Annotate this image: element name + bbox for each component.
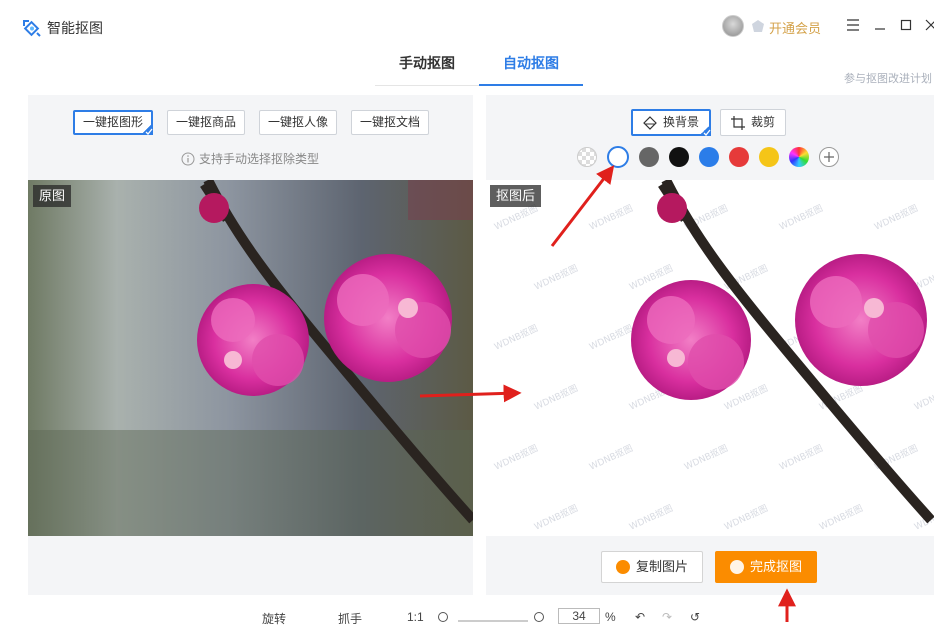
flower-left: [197, 284, 309, 396]
zoom-out-icon[interactable]: [438, 612, 448, 622]
maximize-icon[interactable]: [895, 14, 917, 36]
change-background-label: 换背景: [663, 115, 700, 129]
swatch-blue[interactable]: [699, 147, 719, 167]
result-tag: 抠图后: [490, 185, 542, 207]
check-icon: [141, 123, 154, 135]
avatar[interactable]: [722, 15, 744, 37]
vip-icon: [752, 20, 764, 32]
flower-right: [324, 254, 452, 382]
app-title: 智能抠图: [47, 20, 103, 36]
rotate-label: 旋转: [262, 612, 287, 626]
mode-document-label: 一键抠文档: [360, 115, 421, 129]
mode-portrait-label: 一键抠人像: [268, 115, 329, 129]
bottom-toolbar: 旋转 抓手 1:1 34 % ↶ ↷ ↺: [0, 606, 934, 626]
minimize-icon[interactable]: [869, 14, 891, 36]
swatch-red[interactable]: [729, 147, 749, 167]
mode-document-button[interactable]: 一键抠文档: [351, 110, 430, 135]
copy-image-button[interactable]: 复制图片: [601, 551, 704, 583]
hint: 支持手动选择抠除类型: [181, 150, 319, 167]
crop-icon: [731, 115, 745, 130]
improvement-plan-link[interactable]: 参与抠图改进计划: [844, 70, 932, 86]
hint-text: 支持手动选择抠除类型: [199, 152, 320, 166]
tab-manual[interactable]: 手动抠图: [375, 52, 479, 86]
menu-icon[interactable]: [842, 14, 864, 36]
copy-image-label: 复制图片: [636, 559, 689, 574]
open-vip-link[interactable]: 开通会员: [769, 18, 821, 37]
crop-label: 裁剪: [751, 115, 776, 129]
info-icon: [181, 152, 195, 165]
swatch-rainbow[interactable]: [789, 147, 809, 167]
title-bar: 智能抠图 开通会员: [0, 0, 934, 52]
result-image: WDNB抠图 WDNB抠图 WDNB抠图 WDNB抠图 WDNB抠图 WDNB抠图 WDNB…: [486, 180, 934, 536]
bucket-icon: [643, 115, 657, 130]
original-image: 原图: [28, 180, 473, 536]
result-panel: 换背景 裁剪 WDNB抠图 WDNB抠图 WDNB抠图 WDNB抠图 WDNB抠图 WDN…: [486, 95, 934, 595]
mode-shape-label: 一键抠图形: [83, 115, 144, 129]
coin-icon: [730, 560, 744, 574]
mode-portrait-button[interactable]: 一键抠人像: [259, 110, 338, 135]
mode-tabs: 手动抠图 自动抠图: [375, 52, 583, 86]
check-icon: [699, 124, 712, 136]
swatch-yellow[interactable]: [759, 147, 779, 167]
finish-button[interactable]: 完成抠图: [715, 551, 818, 583]
app-logo-icon: [23, 20, 41, 37]
hand-tool-button[interactable]: 抓手: [338, 610, 362, 627]
mode-shape-button[interactable]: 一键抠图形: [73, 110, 154, 135]
change-background-button[interactable]: 换背景: [631, 109, 712, 136]
original-panel: 一键抠图形 一键抠商品 一键抠人像 一键抠文档 支持手动选择抠除类型 原图: [28, 95, 473, 595]
finish-label: 完成抠图: [750, 559, 803, 574]
tab-auto[interactable]: 自动抠图: [479, 52, 583, 86]
original-tag: 原图: [33, 185, 72, 207]
mode-product-label: 一键抠商品: [176, 115, 237, 129]
plus-icon: [824, 152, 834, 162]
swatch-gray[interactable]: [639, 147, 659, 167]
add-color-button[interactable]: [819, 147, 839, 167]
close-icon[interactable]: [920, 14, 934, 36]
coin-icon: [616, 560, 630, 574]
rotate-button[interactable]: 旋转: [262, 610, 286, 627]
swatch-black[interactable]: [669, 147, 689, 167]
mode-product-button[interactable]: 一键抠商品: [167, 110, 246, 135]
hand-label: 抓手: [338, 612, 363, 626]
crop-button[interactable]: 裁剪: [720, 109, 787, 136]
zoom-in-icon[interactable]: [534, 612, 544, 622]
swatch-white[interactable]: [607, 146, 629, 168]
swatch-transparent[interactable]: [577, 147, 597, 167]
